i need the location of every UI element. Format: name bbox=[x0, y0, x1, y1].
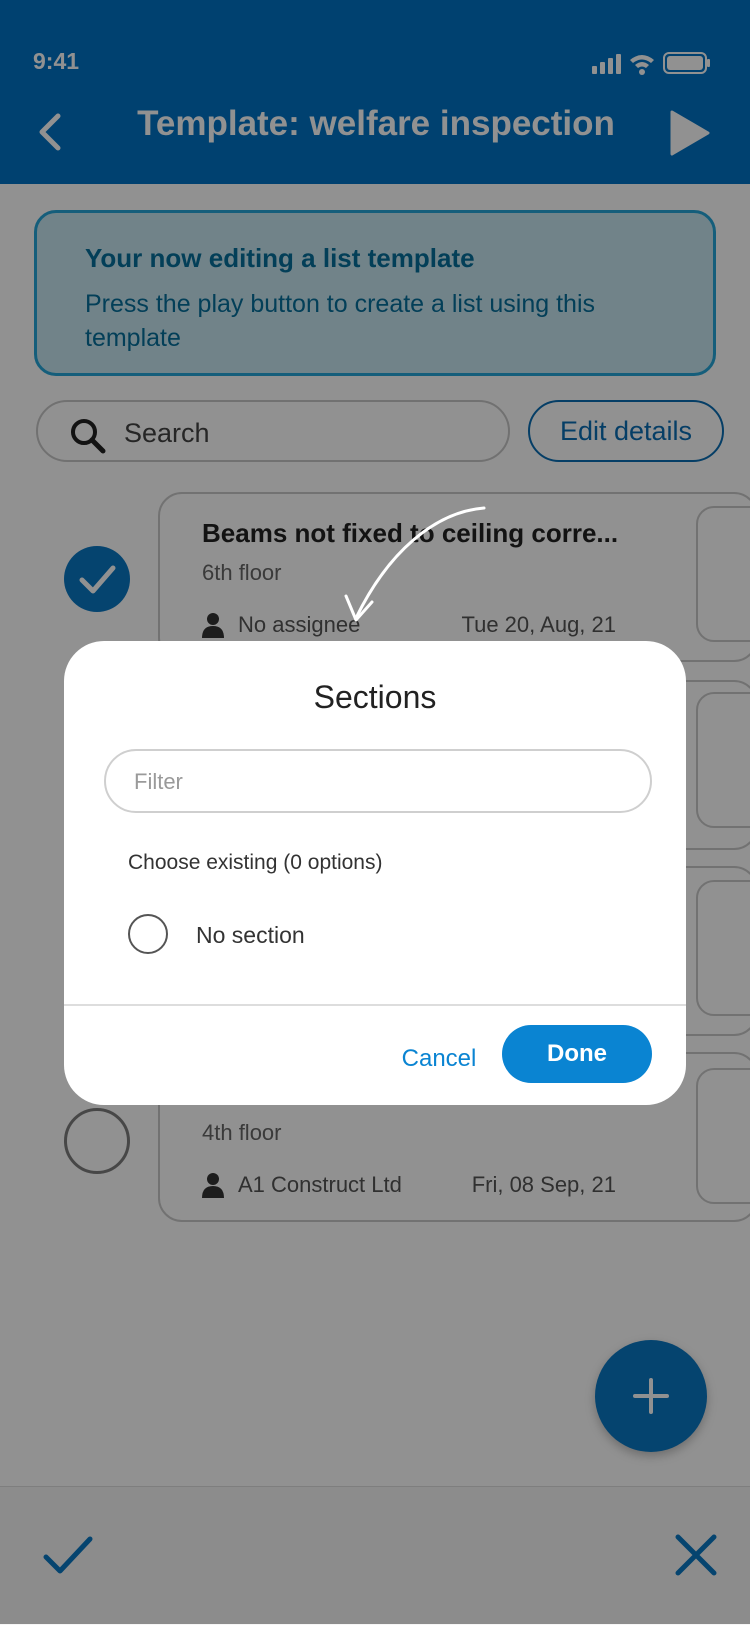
filter-input[interactable]: Filter bbox=[104, 749, 652, 813]
cancel-button[interactable]: Cancel bbox=[384, 1037, 494, 1081]
app-screen: 9:41 Template: welfare inspection Your n… bbox=[0, 0, 750, 1625]
no-section-radio[interactable] bbox=[128, 914, 168, 954]
choose-existing-label: Choose existing (0 options) bbox=[128, 851, 383, 874]
filter-placeholder: Filter bbox=[134, 769, 183, 794]
done-button[interactable]: Done bbox=[502, 1025, 652, 1083]
dialog-title: Sections bbox=[313, 679, 437, 715]
sections-dialog: Sections Filter Choose existing (0 optio… bbox=[64, 641, 686, 1105]
annotation-arrow-icon bbox=[344, 506, 486, 622]
no-section-label[interactable]: No section bbox=[196, 922, 305, 949]
divider bbox=[64, 1004, 686, 1006]
